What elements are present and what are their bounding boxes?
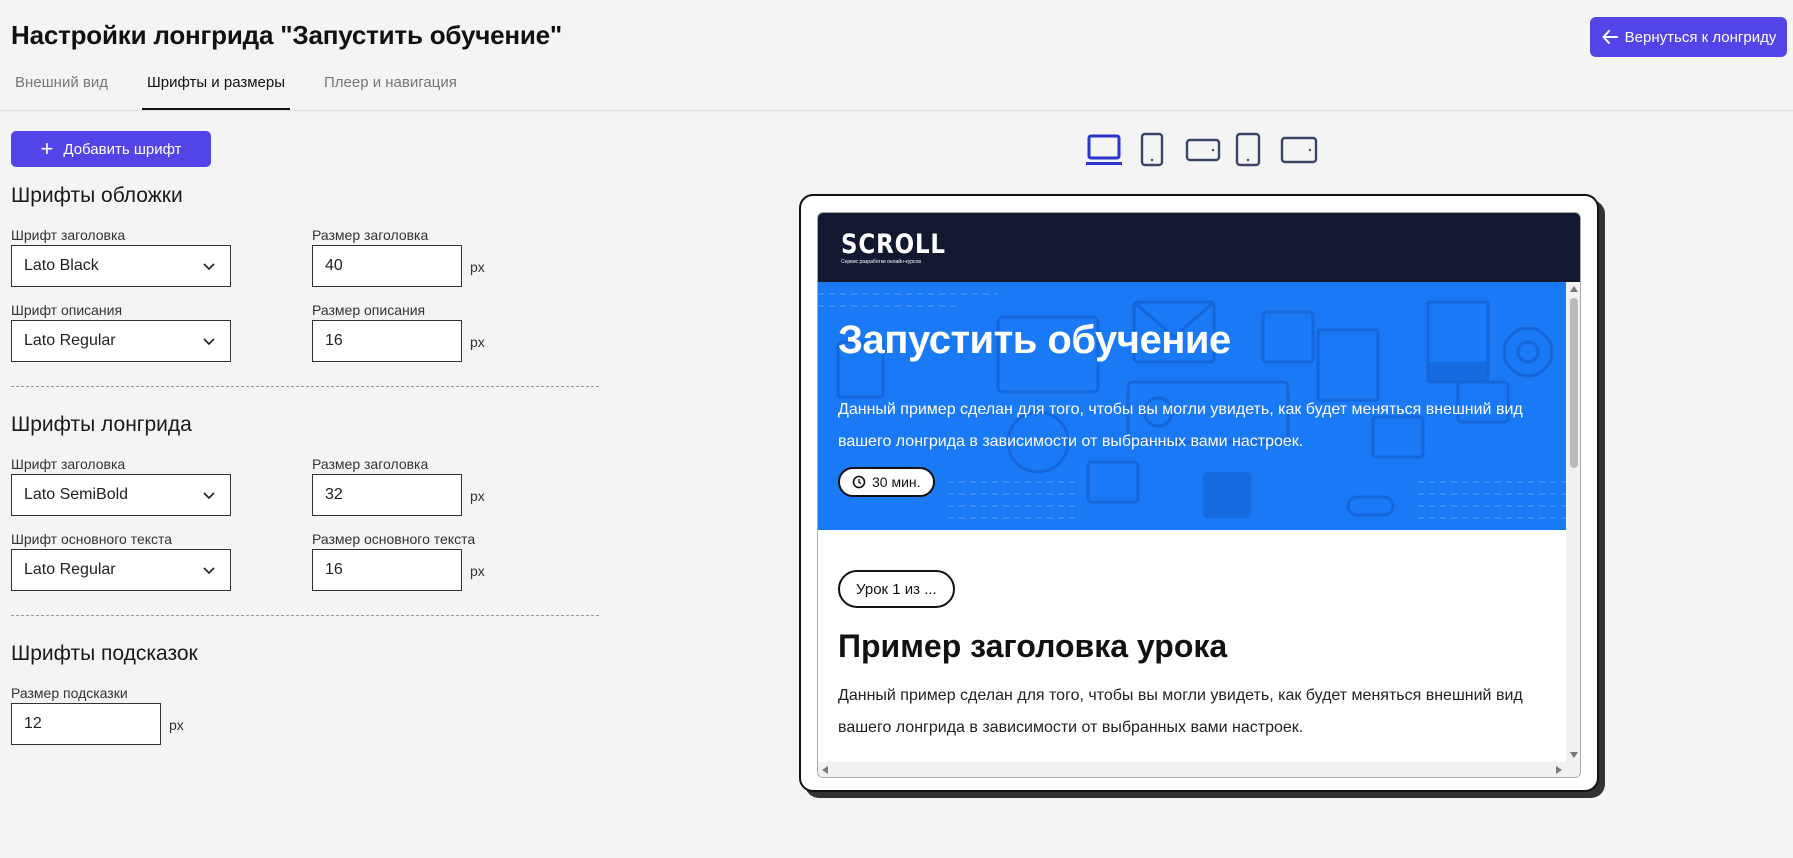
- back-button-label: Вернуться к лонгриду: [1624, 28, 1777, 46]
- back-to-longread-button[interactable]: Вернуться к лонгриду: [1590, 17, 1787, 57]
- duration-text: 30 мин.: [872, 474, 921, 490]
- hint-fonts-title: Шрифты подсказок: [11, 642, 198, 665]
- unit-label: px: [470, 334, 485, 350]
- tablet-landscape-icon[interactable]: [1280, 132, 1318, 168]
- add-font-button[interactable]: + Добавить шрифт: [11, 131, 211, 167]
- longread-preview[interactable]: SCROLL Сервис разработки онлайн-курсов З…: [817, 212, 1581, 778]
- scroll-up-arrow[interactable]: [1570, 286, 1578, 292]
- unit-label: px: [169, 717, 184, 733]
- cover-heading-font-label: Шрифт заголовка: [11, 227, 126, 243]
- cover-desc-font-label: Шрифт описания: [11, 302, 123, 318]
- tab-appearance[interactable]: Внешний вид: [15, 74, 108, 110]
- unit-label: px: [470, 563, 485, 579]
- cover-title: Запустить обучение: [838, 318, 1231, 362]
- arrow-left-icon: [1602, 30, 1618, 44]
- longread-heading-size-label: Размер заголовка: [312, 456, 429, 472]
- cover-desc-font-select[interactable]: Lato Regular: [11, 320, 231, 362]
- lesson-text: Данный пример сделан для того, чтобы вы …: [838, 687, 1523, 736]
- scroll-right-arrow[interactable]: [1556, 766, 1562, 774]
- longread-fonts-title: Шрифты лонгрида: [11, 413, 192, 436]
- cover-heading-size-label: Размер заголовка: [312, 227, 429, 243]
- logo-subtitle: Сервис разработки онлайн-курсов: [841, 259, 921, 265]
- cover-description: Данный пример сделан для того, чтобы вы …: [838, 401, 1523, 450]
- section-divider: [11, 386, 599, 387]
- lesson-counter-badge: Урок 1 из ...: [838, 570, 955, 608]
- phone-landscape-icon[interactable]: [1184, 132, 1222, 168]
- device-preview-frame: SCROLL Сервис разработки онлайн-курсов З…: [799, 194, 1599, 792]
- longread-body-font-select[interactable]: Lato Regular: [11, 549, 231, 591]
- clock-icon: [852, 475, 866, 489]
- longread-body-font-label: Шрифт основного текста: [11, 531, 173, 547]
- tab-player-navigation[interactable]: Плеер и навигация: [324, 74, 457, 110]
- phone-portrait-icon[interactable]: [1139, 132, 1165, 168]
- hint-size-label: Размер подсказки: [11, 685, 128, 701]
- laptop-icon[interactable]: [1085, 132, 1123, 168]
- cover-heading-font-select[interactable]: Lato Black: [11, 245, 231, 287]
- cover-heading-size-input[interactable]: 40: [312, 245, 462, 287]
- lesson-title: Пример заголовка урока: [838, 628, 1228, 664]
- tablet-portrait-icon[interactable]: [1235, 132, 1261, 168]
- longread-heading-font-value: Lato SemiBold: [24, 486, 129, 503]
- longread-body-size-input[interactable]: 16: [312, 549, 462, 591]
- longread-body-font-value: Lato Regular: [24, 561, 116, 578]
- chevron-down-icon: [203, 263, 215, 271]
- preview-cover: Запустить обучение Данный пример сделан …: [818, 282, 1566, 530]
- cover-fonts-title: Шрифты обложки: [11, 184, 183, 207]
- chevron-down-icon: [203, 492, 215, 500]
- scroll-down-arrow[interactable]: [1570, 752, 1578, 758]
- cover-desc-size-input[interactable]: 16: [312, 320, 462, 362]
- unit-label: px: [470, 488, 485, 504]
- vertical-scrollbar[interactable]: [1566, 282, 1580, 762]
- horizontal-scrollbar[interactable]: [818, 762, 1580, 777]
- page-title: Настройки лонгрида "Запустить обучение": [11, 20, 563, 50]
- unit-label: px: [470, 259, 485, 275]
- longread-heading-font-label: Шрифт заголовка: [11, 456, 126, 472]
- cover-heading-font-value: Lato Black: [24, 257, 99, 274]
- scrollbar-thumb[interactable]: [1570, 298, 1578, 468]
- longread-heading-size-input[interactable]: 32: [312, 474, 462, 516]
- scroll-left-arrow[interactable]: [822, 766, 828, 774]
- section-divider: [11, 615, 599, 616]
- settings-tabs: Внешний вид Шрифты и размеры Плеер и нав…: [0, 66, 1793, 111]
- cover-desc-font-value: Lato Regular: [24, 332, 116, 349]
- tab-fonts-sizes[interactable]: Шрифты и размеры: [142, 74, 291, 110]
- scroll-logo: SCROLL: [841, 229, 946, 260]
- chevron-down-icon: [203, 338, 215, 346]
- duration-badge: 30 мин.: [838, 467, 935, 497]
- hint-size-input[interactable]: 12: [11, 703, 161, 745]
- cover-desc-size-label: Размер описания: [312, 302, 426, 318]
- add-font-label: Добавить шрифт: [63, 140, 182, 158]
- chevron-down-icon: [203, 567, 215, 575]
- preview-header: SCROLL Сервис разработки онлайн-курсов: [818, 213, 1580, 282]
- longread-body-size-label: Размер основного текста: [312, 531, 476, 547]
- longread-heading-font-select[interactable]: Lato SemiBold: [11, 474, 231, 516]
- plus-icon: +: [40, 136, 54, 161]
